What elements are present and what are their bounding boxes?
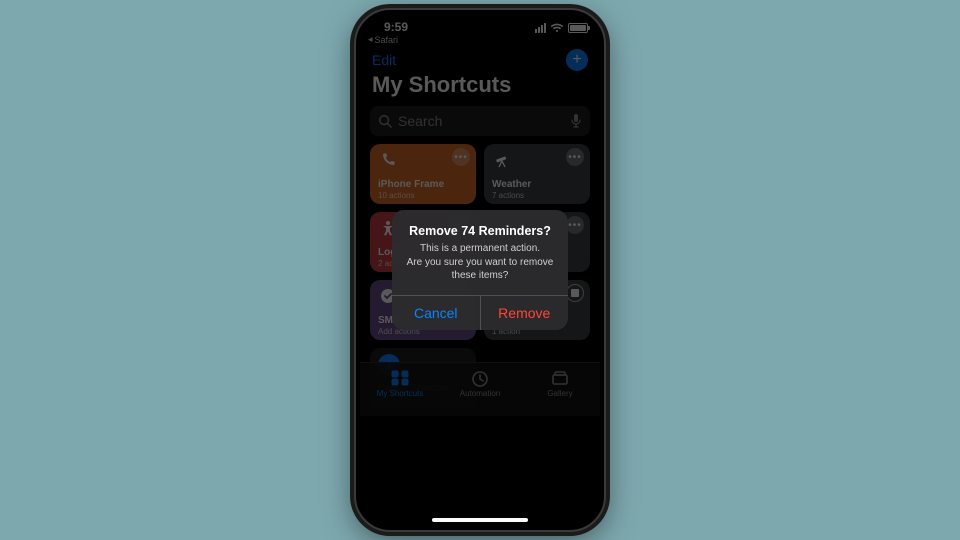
- home-indicator[interactable]: [432, 518, 528, 522]
- remove-button[interactable]: Remove: [480, 296, 569, 330]
- notch: [424, 10, 536, 32]
- alert-buttons: Cancel Remove: [392, 295, 568, 330]
- phone-frame: 9:59 ◂ Safari Edit + My Shortcuts Search: [354, 8, 606, 532]
- alert-message: This is a permanent action. Are you sure…: [392, 242, 568, 295]
- alert-overlay: Remove 74 Reminders? This is a permanent…: [360, 14, 600, 526]
- cancel-button[interactable]: Cancel: [392, 296, 480, 330]
- confirm-dialog: Remove 74 Reminders? This is a permanent…: [392, 210, 568, 330]
- alert-title: Remove 74 Reminders?: [392, 210, 568, 242]
- screen: 9:59 ◂ Safari Edit + My Shortcuts Search: [360, 14, 600, 526]
